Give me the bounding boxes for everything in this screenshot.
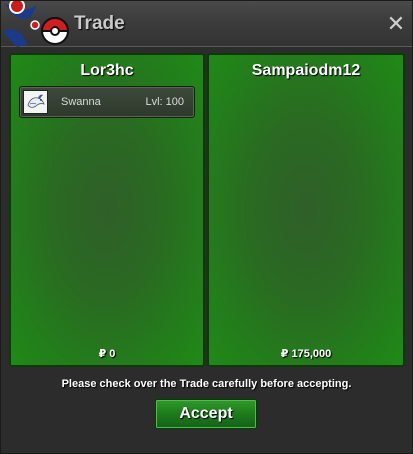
title-bar[interactable]: Trade ✕ (1, 1, 412, 47)
close-button[interactable]: ✕ (386, 13, 406, 35)
right-player-name: Sampaiodm12 (251, 62, 361, 79)
trade-notice: Please check over the Trade carefully be… (61, 378, 352, 390)
left-money: ₽ 0 (98, 348, 116, 360)
pokeball-logo-icon (3, 1, 70, 47)
item-name: Swanna (61, 96, 101, 108)
window-title: Trade (74, 13, 125, 34)
trade-item[interactable]: Swanna Lvl: 100 (19, 86, 195, 118)
left-player-name: Lor3hc (80, 62, 134, 79)
swanna-sprite-icon (23, 90, 48, 114)
right-money: ₽ 175,000 (280, 348, 332, 360)
left-trade-panel: Lor3hc Swanna Lvl: 100 ₽ 0 (9, 53, 205, 367)
accept-button[interactable]: Accept (155, 399, 257, 429)
right-trade-panel: Sampaiodm12 ₽ 175,000 (207, 53, 405, 367)
trade-window: Trade ✕ Lor3hc Swanna Lvl: 100 ₽ 0 Sampa… (0, 0, 413, 454)
item-level: Lvl: 100 (145, 96, 184, 108)
